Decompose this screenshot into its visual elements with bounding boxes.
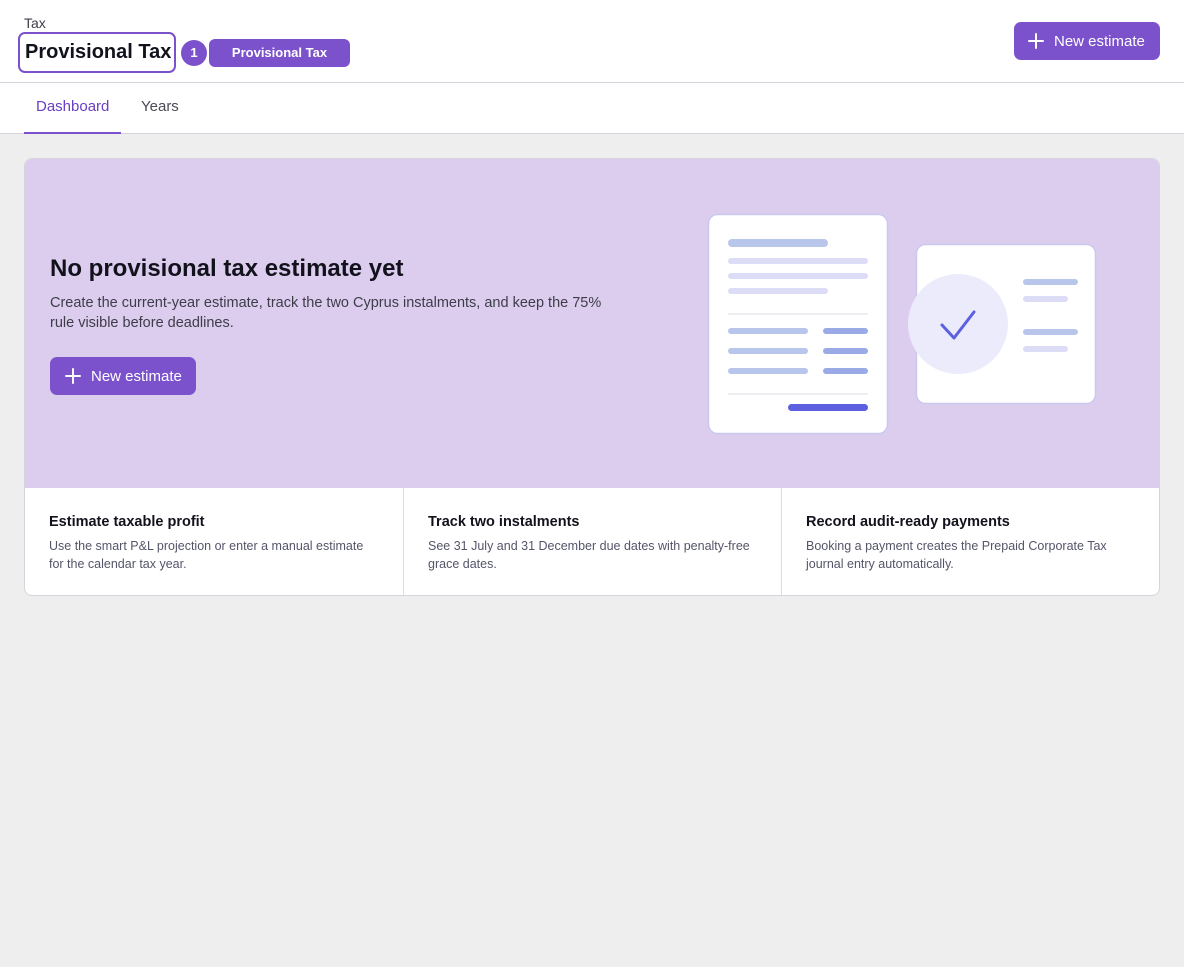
empty-state-hero: No provisional tax estimate yet Create t…	[25, 159, 1159, 488]
title-pill-label: Provisional Tax	[209, 39, 350, 67]
tab-years[interactable]: Years	[129, 83, 191, 134]
plus-icon	[1028, 33, 1044, 49]
tab-dashboard[interactable]: Dashboard	[24, 83, 121, 134]
feature-list: Estimate taxable profit Use the smart P&…	[25, 488, 1159, 595]
feature-item: Estimate taxable profit Use the smart P&…	[25, 488, 403, 595]
plus-icon	[65, 368, 81, 384]
feature-item: Record audit-ready payments Booking a pa…	[781, 488, 1159, 595]
document-icon	[707, 213, 889, 435]
empty-state-title: No provisional tax estimate yet	[50, 255, 404, 282]
page-header: Tax Provisional Tax 1 Provisional Tax Ne…	[0, 0, 1184, 83]
new-estimate-button[interactable]: New estimate	[50, 357, 196, 395]
page-title[interactable]: Provisional Tax	[18, 32, 176, 73]
feature-title: Estimate taxable profit	[49, 514, 205, 530]
new-estimate-label: New estimate	[91, 367, 182, 385]
new-estimate-header-button[interactable]: New estimate	[1014, 22, 1160, 60]
check-icon	[908, 243, 1097, 405]
feature-description: Use the smart P&L projection or enter a …	[49, 539, 364, 571]
breadcrumb[interactable]: Tax	[24, 15, 46, 31]
count-badge: 1	[181, 40, 207, 66]
empty-state-description: Create the current-year estimate, track …	[50, 295, 602, 331]
feature-item: Track two instalments See 31 July and 31…	[403, 488, 781, 595]
empty-state-card: No provisional tax estimate yet Create t…	[24, 158, 1160, 596]
tab-bar: Dashboard Years	[0, 83, 1184, 134]
new-estimate-header-label: New estimate	[1054, 32, 1145, 50]
feature-description: Booking a payment creates the Prepaid Co…	[806, 539, 1107, 571]
feature-description: See 31 July and 31 December due dates wi…	[428, 539, 750, 571]
feature-title: Track two instalments	[428, 514, 580, 530]
feature-title: Record audit-ready payments	[806, 514, 1010, 530]
